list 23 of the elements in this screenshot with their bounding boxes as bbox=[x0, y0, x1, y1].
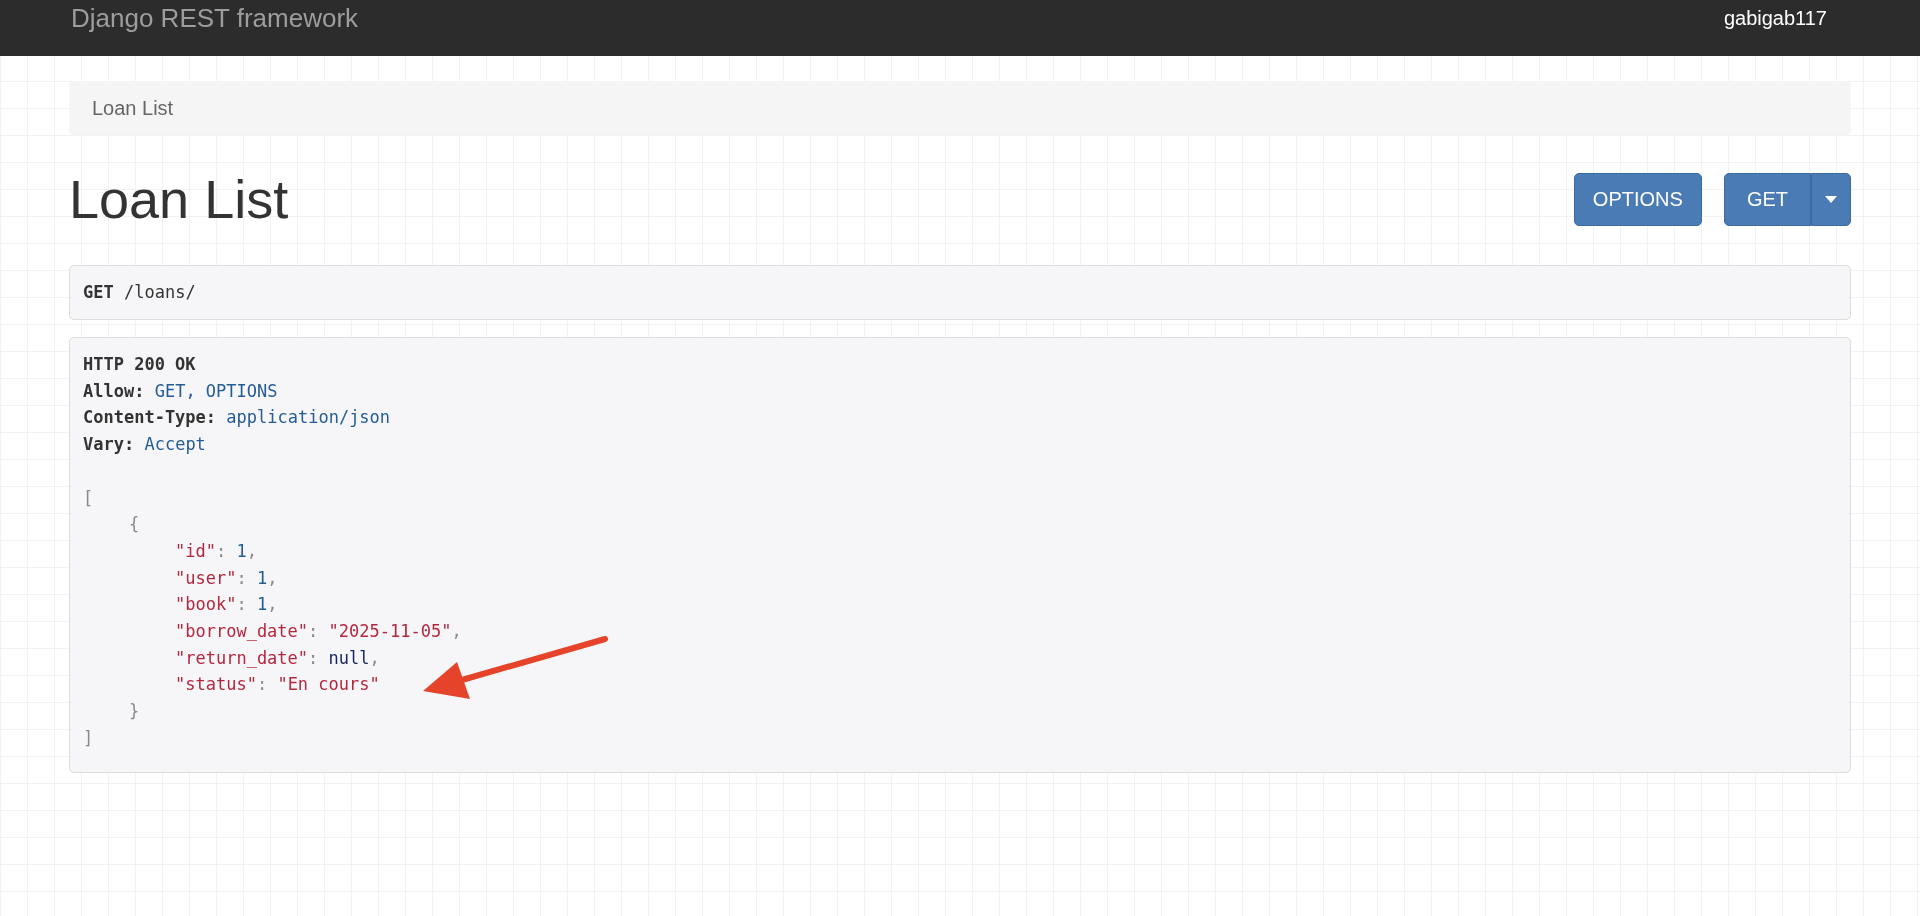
brand-link[interactable]: Django REST framework bbox=[71, 2, 359, 34]
get-button[interactable]: GET bbox=[1723, 172, 1811, 226]
dropdown-toggle[interactable] bbox=[1811, 172, 1851, 226]
json-line: "id": 1, bbox=[174, 539, 258, 563]
json-line: "status": "En cours" bbox=[174, 673, 381, 697]
json-brace: } bbox=[128, 700, 141, 724]
breadcrumb-item[interactable]: Loan List bbox=[92, 96, 174, 120]
user-menu[interactable]: gabigab117 bbox=[1723, 2, 1849, 34]
json-line: "book": 1, bbox=[174, 593, 279, 617]
options-button[interactable]: OPTIONS bbox=[1573, 172, 1702, 226]
json-brace: { bbox=[128, 513, 141, 537]
header-line: Content-Type: application/json bbox=[83, 406, 392, 430]
json-bracket: ] bbox=[83, 726, 95, 750]
caret-icon bbox=[1825, 195, 1837, 203]
page-title: Loan List bbox=[69, 168, 289, 231]
request-line: GET /loans/ bbox=[83, 281, 196, 305]
header-line: Allow: GET, OPTIONS bbox=[83, 379, 279, 403]
json-bracket: [ bbox=[83, 486, 95, 510]
json-line: "borrow_date": "2025-11-05", bbox=[174, 620, 463, 643]
json-line: "return_date": null, bbox=[174, 646, 381, 670]
json-line: "user": 1, bbox=[174, 566, 279, 590]
header-line: Vary: Accept bbox=[83, 433, 207, 457]
status-line: HTTP 200 OK bbox=[83, 353, 197, 376]
